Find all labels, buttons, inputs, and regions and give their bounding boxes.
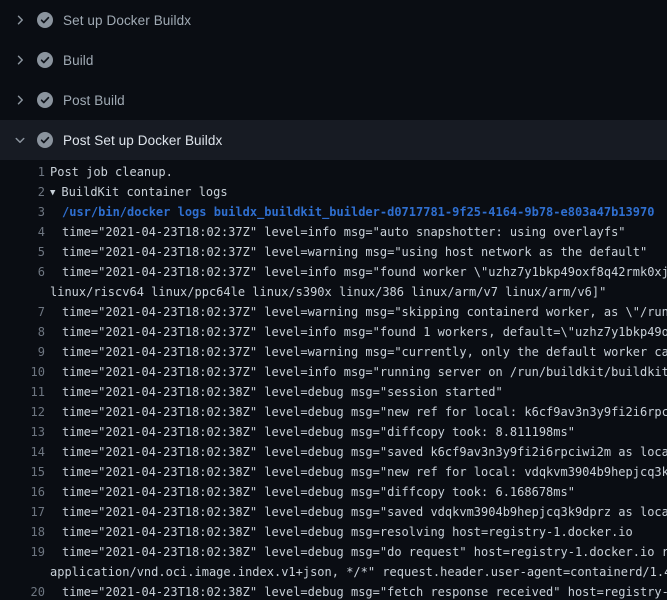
log-line-text: time="2021-04-23T18:02:37Z" level=info m… — [50, 262, 667, 282]
log-line: 2 ▼ BuildKit container logs — [0, 182, 667, 202]
chevron-down-icon[interactable] — [12, 132, 28, 148]
log-line: 15 time="2021-04-23T18:02:38Z" level=deb… — [0, 462, 667, 482]
step-row-build[interactable]: Build — [0, 40, 667, 80]
log-line-text: time="2021-04-23T18:02:37Z" level=info m… — [50, 362, 667, 382]
log-line-text: time="2021-04-23T18:02:37Z" level=warnin… — [50, 302, 667, 322]
log-line: 9 time="2021-04-23T18:02:37Z" level=warn… — [0, 342, 667, 362]
log-line: 10 time="2021-04-23T18:02:37Z" level=inf… — [0, 362, 667, 382]
log-line-text: time="2021-04-23T18:02:38Z" level=debug … — [50, 382, 503, 402]
log-line-number: 18 — [0, 522, 45, 542]
log-line-number — [0, 282, 45, 302]
log-line-text: time="2021-04-23T18:02:38Z" level=debug … — [50, 582, 667, 600]
log-line: 19 time="2021-04-23T18:02:38Z" level=deb… — [0, 542, 667, 562]
log-line-text: time="2021-04-23T18:02:38Z" level=debug … — [50, 542, 667, 562]
log-line-number: 13 — [0, 422, 45, 442]
log-line: 20 time="2021-04-23T18:02:38Z" level=deb… — [0, 582, 667, 600]
log-line-number: 1 — [0, 162, 45, 182]
log-line-number: 2 — [0, 182, 45, 202]
log-line: 16 time="2021-04-23T18:02:38Z" level=deb… — [0, 482, 667, 502]
log-line-number: 8 — [0, 322, 45, 342]
log-line-number: 17 — [0, 502, 45, 522]
group-toggle-icon[interactable]: ▼ — [50, 183, 55, 202]
log-line: 12 time="2021-04-23T18:02:38Z" level=deb… — [0, 402, 667, 422]
chevron-right-icon[interactable] — [12, 12, 28, 28]
log-line: 1 Post job cleanup. — [0, 162, 667, 182]
log-line-number: 7 — [0, 302, 45, 322]
log-line-number: 20 — [0, 582, 45, 600]
log-line-text: time="2021-04-23T18:02:38Z" level=debug … — [50, 462, 667, 482]
step-row-post-set-up-docker-buildx[interactable]: Post Set up Docker Buildx — [0, 120, 667, 160]
step-row-set-up-docker-buildx[interactable]: Set up Docker Buildx — [0, 0, 667, 40]
check-circle-icon — [37, 132, 53, 148]
check-circle-icon — [37, 12, 53, 28]
chevron-right-icon[interactable] — [12, 52, 28, 68]
log-line-text: Post job cleanup. — [50, 162, 173, 182]
log-line: 5 time="2021-04-23T18:02:37Z" level=warn… — [0, 242, 667, 262]
log-line-text: /usr/bin/docker logs buildx_buildkit_bui… — [50, 202, 654, 222]
log-line-text: time="2021-04-23T18:02:38Z" level=debug … — [50, 482, 575, 502]
log-line: application/vnd.oci.image.index.v1+json,… — [0, 562, 667, 582]
chevron-right-icon[interactable] — [12, 92, 28, 108]
log-line-number: 11 — [0, 382, 45, 402]
log-line: 11 time="2021-04-23T18:02:38Z" level=deb… — [0, 382, 667, 402]
log-line: 4 time="2021-04-23T18:02:37Z" level=info… — [0, 222, 667, 242]
step-title: Post Build — [63, 93, 125, 108]
log-line-text: time="2021-04-23T18:02:38Z" level=debug … — [50, 422, 575, 442]
log-line-number: 4 — [0, 222, 45, 242]
log-line: 6 time="2021-04-23T18:02:37Z" level=info… — [0, 262, 667, 282]
step-title: Set up Docker Buildx — [63, 13, 191, 28]
log-line-number: 16 — [0, 482, 45, 502]
check-circle-icon — [37, 92, 53, 108]
log-line-number: 12 — [0, 402, 45, 422]
log-line: 14 time="2021-04-23T18:02:38Z" level=deb… — [0, 442, 667, 462]
log-line: 3 /usr/bin/docker logs buildx_buildkit_b… — [0, 202, 667, 222]
log-area: 1 Post job cleanup. 2 ▼ BuildKit containe… — [0, 160, 667, 600]
log-line-number — [0, 562, 45, 582]
log-line-text: time="2021-04-23T18:02:38Z" level=debug … — [50, 502, 667, 522]
log-line-text: time="2021-04-23T18:02:38Z" level=debug … — [50, 522, 633, 542]
log-line-number: 14 — [0, 442, 45, 462]
actions-log-viewer: Set up Docker Buildx Build Post Build — [0, 0, 667, 600]
log-line-number: 9 — [0, 342, 45, 362]
log-line-text: ▼ BuildKit container logs — [50, 182, 228, 202]
steps-list: Set up Docker Buildx Build Post Build — [0, 0, 667, 160]
log-line: 17 time="2021-04-23T18:02:38Z" level=deb… — [0, 502, 667, 522]
log-line-text: time="2021-04-23T18:02:37Z" level=warnin… — [50, 342, 667, 362]
log-line-number: 3 — [0, 202, 45, 222]
log-line-text: time="2021-04-23T18:02:37Z" level=info m… — [50, 222, 626, 242]
log-line-text: time="2021-04-23T18:02:37Z" level=info m… — [50, 322, 667, 342]
log-line: 8 time="2021-04-23T18:02:37Z" level=info… — [0, 322, 667, 342]
log-line: linux/riscv64 linux/ppc64le linux/s390x … — [0, 282, 667, 302]
log-line: 18 time="2021-04-23T18:02:38Z" level=deb… — [0, 522, 667, 542]
log-line: 7 time="2021-04-23T18:02:37Z" level=warn… — [0, 302, 667, 322]
step-title: Build — [63, 53, 94, 68]
log-line-number: 5 — [0, 242, 45, 262]
log-line-number: 19 — [0, 542, 45, 562]
log-line-number: 6 — [0, 262, 45, 282]
step-title: Post Set up Docker Buildx — [63, 133, 222, 148]
group-label: BuildKit container logs — [61, 185, 227, 199]
log-line-text: time="2021-04-23T18:02:37Z" level=warnin… — [50, 242, 647, 262]
step-row-post-build[interactable]: Post Build — [0, 80, 667, 120]
log-line-text: linux/riscv64 linux/ppc64le linux/s390x … — [50, 282, 606, 302]
log-line-text: time="2021-04-23T18:02:38Z" level=debug … — [50, 442, 667, 462]
check-circle-icon — [37, 52, 53, 68]
log-line-text: application/vnd.oci.image.index.v1+json,… — [50, 562, 667, 582]
log-line-number: 15 — [0, 462, 45, 482]
log-line-text: time="2021-04-23T18:02:38Z" level=debug … — [50, 402, 667, 422]
log-line: 13 time="2021-04-23T18:02:38Z" level=deb… — [0, 422, 667, 442]
log-line-number: 10 — [0, 362, 45, 382]
